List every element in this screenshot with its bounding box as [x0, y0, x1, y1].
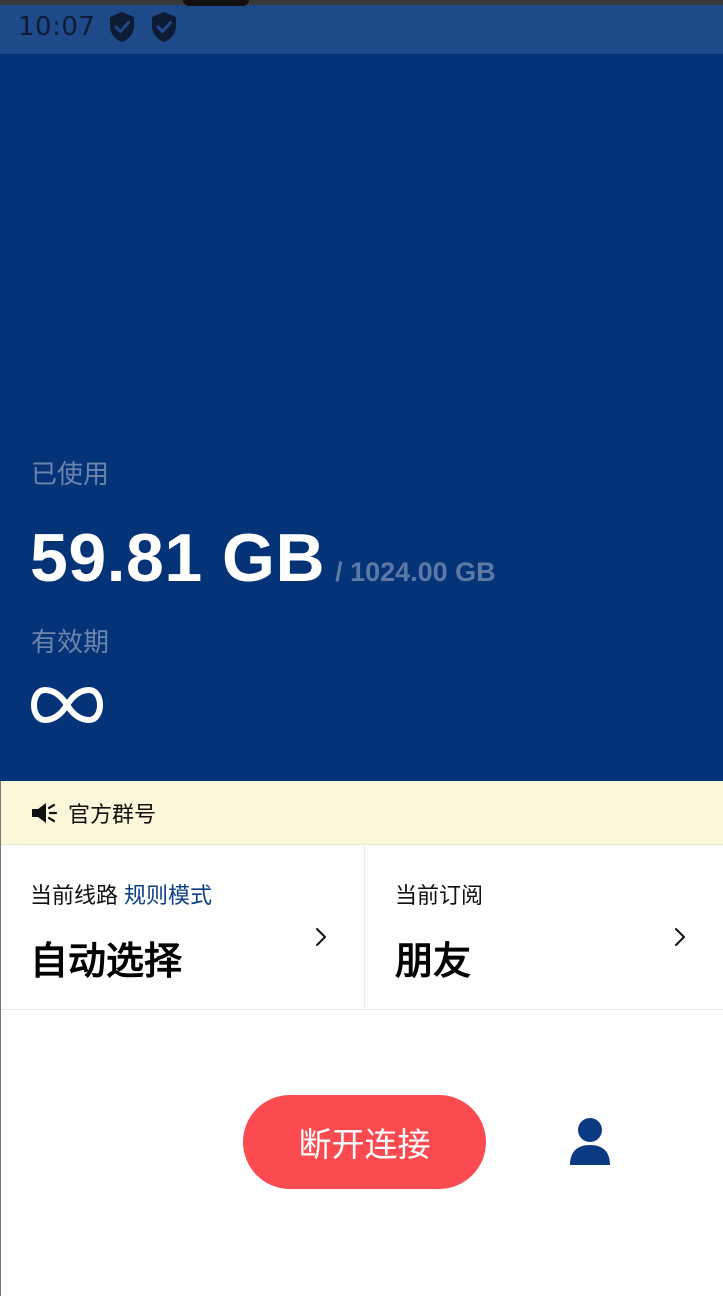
infinity-icon	[31, 687, 103, 723]
info-cards: 当前线路 规则模式 自动选择 当前订阅 朋友	[0, 846, 723, 1010]
status-time: 10:07	[18, 12, 96, 42]
used-label: 已使用	[31, 460, 110, 490]
used-value: 59.81 GB	[30, 520, 326, 596]
route-label: 当前线路	[30, 884, 119, 909]
disconnect-button[interactable]: 断开连接	[243, 1095, 486, 1189]
speaker-icon	[32, 802, 58, 823]
subscription-card[interactable]: 当前订阅 朋友	[364, 846, 723, 1009]
chevron-right-icon	[675, 928, 685, 946]
route-card[interactable]: 当前线路 规则模式 自动选择	[0, 846, 364, 1009]
total-quota: / 1024.00 GB	[335, 557, 496, 587]
usage-panel: 已使用 59.81 GB / 1024.00 GB 有效期	[0, 54, 723, 781]
top-edge	[0, 0, 723, 5]
app-screen: 10:07 已使用 59.81 GB / 1024.00 GB 有效期 官方群号	[0, 0, 723, 1296]
chevron-right-icon	[316, 928, 326, 946]
shield-check-icon	[110, 12, 135, 42]
subscription-label: 当前订阅	[395, 884, 484, 909]
status-bar: 10:07	[0, 0, 723, 54]
left-edge	[0, 781, 1, 1296]
route-label-row: 当前线路 规则模式	[30, 878, 212, 910]
route-mode: 规则模式	[124, 884, 213, 909]
shield-check-icon	[152, 12, 177, 42]
announcement-bar[interactable]: 官方群号	[0, 781, 723, 845]
camera-notch	[183, 0, 249, 6]
user-icon[interactable]	[568, 1117, 612, 1167]
validity-label: 有效期	[31, 628, 110, 658]
subscription-value: 朋友	[395, 939, 472, 983]
used-row: 59.81 GB / 1024.00 GB	[30, 519, 496, 597]
route-value: 自动选择	[30, 939, 183, 983]
announcement-text: 官方群号	[68, 802, 157, 828]
